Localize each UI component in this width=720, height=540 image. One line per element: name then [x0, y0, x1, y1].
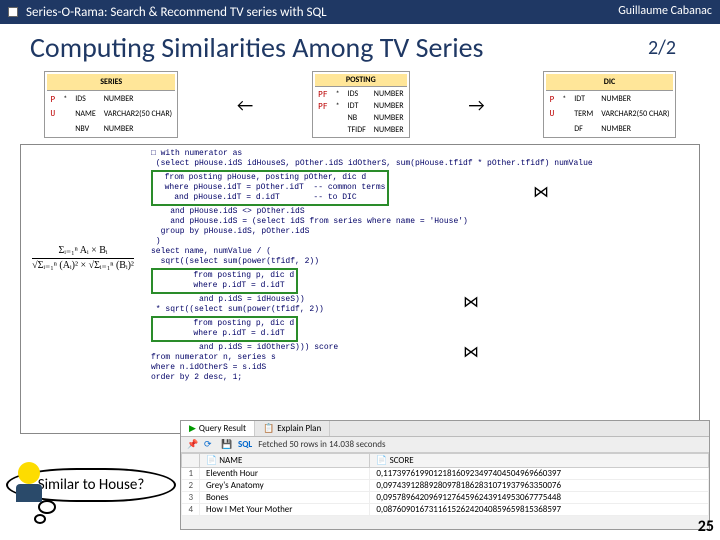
header-bar: Series-O-Rama: Search & Recommend TV ser…: [0, 0, 720, 24]
col-score[interactable]: 📄 SCORE: [370, 454, 709, 468]
highlight-box: from posting pHouse, posting pOther, dic…: [151, 170, 389, 206]
join-icon: ⋈: [533, 183, 549, 203]
breadcrumb: Series-O-Rama: Search & Recommend TV ser…: [26, 5, 327, 20]
col-name[interactable]: 📄 NAME: [200, 454, 370, 468]
sql-line: □ with numerator as: [151, 149, 697, 159]
table-row[interactable]: 2Grey's Anatomy0,09743912889280978186283…: [182, 480, 709, 492]
join-icon: ⋈: [463, 293, 479, 313]
table-row[interactable]: 1Eleventh Hour0,117397619901218160923497…: [182, 468, 709, 480]
play-icon: ▶: [189, 423, 196, 434]
fk-arrow-icon: ←: [237, 94, 253, 116]
table-row[interactable]: 4How I Met Your Mother0,0876090167311615…: [182, 504, 709, 516]
sql-editor: Σᵢ₌₁ⁿ Aᵢ × Bᵢ √Σᵢ₌₁ⁿ (Aᵢ)² × √Σᵢ₌₁ⁿ (Bᵢ)…: [20, 144, 700, 434]
highlight-box: from posting p, dic d where p.idT = d.id…: [151, 316, 298, 342]
highlight-box: from posting p, dic d where p.idT = d.id…: [151, 268, 298, 294]
cosine-formula: Σᵢ₌₁ⁿ Aᵢ × Bᵢ √Σᵢ₌₁ⁿ (Aᵢ)² × √Σᵢ₌₁ⁿ (Bᵢ)…: [23, 245, 143, 272]
result-tabs: ▶ Query Result 📋 Explain Plan: [181, 421, 709, 437]
query-result-panel: ▶ Query Result 📋 Explain Plan 📌 ⟳ 💾 SQL …: [180, 420, 710, 530]
page-indicator: 2/2: [648, 36, 676, 60]
page-title: Computing Similarities Among TV Series: [0, 24, 720, 69]
homer-icon: [12, 462, 46, 502]
table-row[interactable]: 3Bones0,09578964209691276459624391495306…: [182, 492, 709, 504]
schema-posting: POSTING PF*IDSNUMBER PF*IDTNUMBER NBNUMB…: [312, 71, 410, 138]
tab-explain-plan[interactable]: 📋 Explain Plan: [255, 421, 330, 436]
explain-icon: 📋: [263, 423, 274, 434]
col-rownum: [182, 454, 200, 468]
fk-arrow-icon: →: [468, 94, 484, 116]
author-label: Guillaume Cabanac: [618, 4, 712, 18]
sql-label[interactable]: SQL: [238, 439, 252, 450]
status-text: Fetched 50 rows in 14.038 seconds: [258, 439, 385, 450]
thought-bubble-area: Similar to House?: [6, 468, 176, 502]
schema-series: SERIES P*IDSNUMBER UNAMEVARCHAR2(50 CHAR…: [44, 71, 178, 138]
result-toolbar: 📌 ⟳ 💾 SQL Fetched 50 rows in 14.038 seco…: [181, 437, 709, 453]
slide-number: 25: [698, 517, 714, 536]
save-icon[interactable]: 💾: [221, 439, 232, 450]
refresh-icon[interactable]: ⟳: [204, 439, 215, 450]
bubble-text: Similar to House?: [38, 476, 145, 494]
bullet-square-icon: [8, 7, 18, 17]
tab-query-result[interactable]: ▶ Query Result: [181, 421, 255, 436]
result-grid: 📄 NAME 📄 SCORE 1Eleventh Hour0,117397619…: [181, 453, 709, 516]
pin-icon[interactable]: 📌: [187, 439, 198, 450]
join-icon: ⋈: [463, 343, 479, 363]
schema-dic: DIC P*IDTNUMBER UTERMVARCHAR2(50 CHAR) D…: [543, 71, 675, 138]
schema-row: SERIES P*IDSNUMBER UNAMEVARCHAR2(50 CHAR…: [0, 69, 720, 140]
